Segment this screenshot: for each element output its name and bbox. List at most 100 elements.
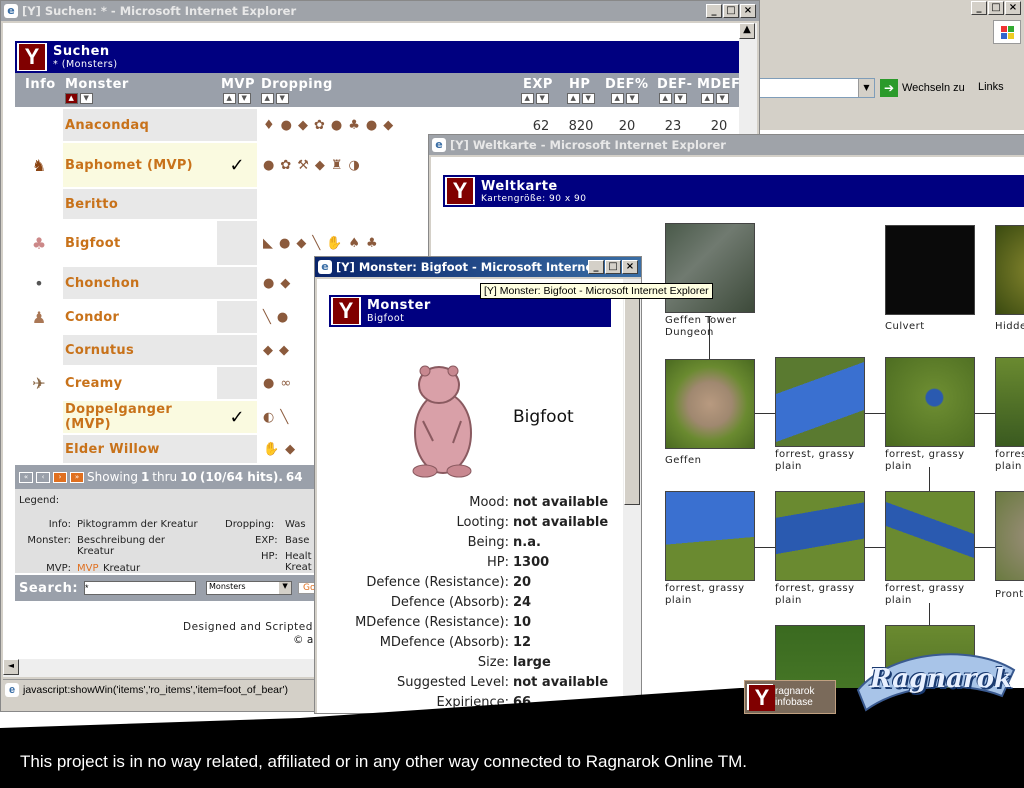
monster-name-link[interactable]: Beritto	[63, 189, 217, 219]
sort-dropping[interactable]: ▲ ▼	[261, 93, 289, 104]
sort-desc-icon[interactable]: ▼	[536, 93, 549, 104]
minimize-button[interactable]: _	[706, 4, 722, 18]
map-tile-forest[interactable]	[665, 491, 755, 581]
sort-hp[interactable]: ▲ ▼	[567, 93, 595, 104]
search-input[interactable]	[84, 581, 197, 595]
category-select-value: Monsters	[209, 582, 246, 591]
sort-desc-icon[interactable]: ▼	[276, 93, 289, 104]
links-label[interactable]: Links	[978, 81, 1004, 93]
sort-desc-icon[interactable]: ▼	[716, 93, 729, 104]
map-window-titlebar[interactable]: e [Y] Weltkarte - Microsoft Internet Exp…	[429, 135, 1024, 155]
monster-name-link[interactable]: Cornutus	[63, 335, 217, 365]
map-banner: Weltkarte Kartengröße: 90 x 90	[443, 175, 1024, 207]
monster-banner: Monster Bigfoot	[329, 295, 611, 327]
map-tile-geffen[interactable]	[665, 359, 755, 449]
y-logo-icon	[331, 297, 361, 325]
sort-exp[interactable]: ▲ ▼	[521, 93, 549, 104]
map-tile-forest[interactable]	[995, 357, 1024, 447]
sort-asc-icon[interactable]: ▲	[567, 93, 580, 104]
legend-monster-key: Monster:	[27, 535, 71, 546]
vertical-scrollbar[interactable]	[623, 279, 641, 713]
sort-desc-icon[interactable]: ▼	[238, 93, 251, 104]
sort-asc-icon[interactable]: ▲	[65, 93, 78, 104]
map-caption: Geffen Tower Dungeon	[665, 315, 737, 338]
window-title: [Y] Weltkarte - Microsoft Internet Explo…	[450, 138, 726, 152]
sort-asc-icon[interactable]: ▲	[701, 93, 714, 104]
first-page-icon[interactable]: «	[19, 471, 33, 483]
close-button[interactable]: ×	[1005, 1, 1021, 15]
close-button[interactable]: ×	[740, 4, 756, 18]
minimize-button[interactable]: _	[971, 1, 987, 15]
sort-asc-icon[interactable]: ▲	[261, 93, 274, 104]
sort-asc-icon[interactable]: ▲	[521, 93, 534, 104]
sort-def-percent[interactable]: ▲ ▼	[611, 93, 639, 104]
scroll-thumb[interactable]	[624, 295, 640, 505]
horizontal-scrollbar[interactable]: ◄	[3, 659, 323, 677]
legend-label: Legend:	[19, 495, 60, 506]
minimize-button[interactable]: _	[588, 260, 604, 274]
sort-desc-icon[interactable]: ▼	[582, 93, 595, 104]
monster-name-link[interactable]: Baphomet (MVP)	[63, 143, 217, 187]
category-select[interactable]: Monsters ▼	[206, 581, 293, 595]
map-tile-prontera[interactable]	[995, 491, 1024, 581]
monster-name-link[interactable]: Bigfoot	[63, 221, 217, 265]
monster-content: Monster Bigfoot Bigfoot Mood: not availa…	[317, 279, 623, 713]
monster-name-link[interactable]: Anacondaq	[63, 109, 217, 141]
sort-asc-icon[interactable]: ▲	[223, 93, 236, 104]
search-window-titlebar[interactable]: e [Y] Suchen: * - Microsoft Internet Exp…	[1, 1, 759, 21]
go-button[interactable]: ➔ Wechseln zu	[880, 78, 965, 98]
window-title: [Y] Monster: Bigfoot - Microsoft Interne…	[336, 260, 588, 274]
next-page-icon[interactable]: ›	[53, 471, 67, 483]
col-def-percent[interactable]: DEF%	[605, 77, 649, 92]
chevron-down-icon[interactable]: ▼	[858, 79, 874, 97]
map-tile-forest[interactable]	[885, 491, 975, 581]
map-tile-geffen-tower[interactable]	[665, 223, 755, 313]
scroll-left-icon[interactable]: ◄	[3, 659, 19, 675]
sort-desc-icon[interactable]: ▼	[80, 93, 93, 104]
prev-page-icon[interactable]: ‹	[36, 471, 50, 483]
map-tile-forest[interactable]	[775, 357, 865, 447]
maximize-button[interactable]: □	[605, 260, 621, 274]
sort-mdef[interactable]: ▲ ▼	[701, 93, 729, 104]
col-dropping[interactable]: Dropping	[261, 77, 333, 92]
sort-mvp[interactable]: ▲ ▼	[223, 93, 251, 104]
col-hp[interactable]: HP	[569, 77, 590, 92]
sort-asc-icon[interactable]: ▲	[659, 93, 672, 104]
monster-name-link[interactable]: Condor	[63, 301, 217, 333]
pager-from: 1	[140, 470, 150, 484]
monster-window-titlebar[interactable]: e [Y] Monster: Bigfoot - Microsoft Inter…	[315, 257, 641, 277]
map-tile-forest[interactable]	[775, 491, 865, 581]
col-exp[interactable]: EXP	[523, 77, 553, 92]
address-dropdown[interactable]: ▼	[757, 78, 875, 98]
map-caption: Hidde	[995, 321, 1024, 332]
maximize-button[interactable]: □	[988, 1, 1004, 15]
map-caption: forrest, grassy plain	[775, 583, 855, 606]
sort-monster[interactable]: ▲ ▼	[65, 93, 93, 104]
map-tile-forest[interactable]	[885, 357, 975, 447]
maximize-button[interactable]: □	[723, 4, 739, 18]
stat-size-label: Size:	[477, 655, 509, 670]
col-def-minus[interactable]: DEF-	[657, 77, 693, 92]
monster-name-link[interactable]: Creamy	[63, 367, 217, 399]
sort-desc-icon[interactable]: ▼	[674, 93, 687, 104]
mvp-cell	[217, 109, 257, 141]
sort-desc-icon[interactable]: ▼	[626, 93, 639, 104]
map-caption: forrest, grassy plain	[775, 449, 855, 472]
sort-def-minus[interactable]: ▲ ▼	[659, 93, 687, 104]
mvp-cell	[217, 301, 257, 333]
col-mvp[interactable]: MVP	[221, 77, 255, 92]
monster-name-link[interactable]: Doppelganger (MVP)	[63, 401, 217, 433]
mvp-cell	[217, 335, 257, 365]
monster-name-link[interactable]: Elder Willow	[63, 435, 217, 463]
sort-asc-icon[interactable]: ▲	[611, 93, 624, 104]
monster-name-link[interactable]: Chonchon	[63, 267, 217, 299]
chevron-down-icon[interactable]: ▼	[279, 582, 292, 594]
map-tile-hidden[interactable]	[995, 225, 1024, 315]
map-tile-culvert[interactable]	[885, 225, 975, 315]
col-monster[interactable]: Monster	[65, 77, 129, 92]
close-button[interactable]: ×	[622, 260, 638, 274]
last-page-icon[interactable]: »	[70, 471, 84, 483]
scroll-up-icon[interactable]: ▲	[739, 23, 755, 39]
infobase-logo[interactable]: ragnarok infobase	[744, 680, 836, 714]
map-caption: Pront	[995, 589, 1024, 600]
